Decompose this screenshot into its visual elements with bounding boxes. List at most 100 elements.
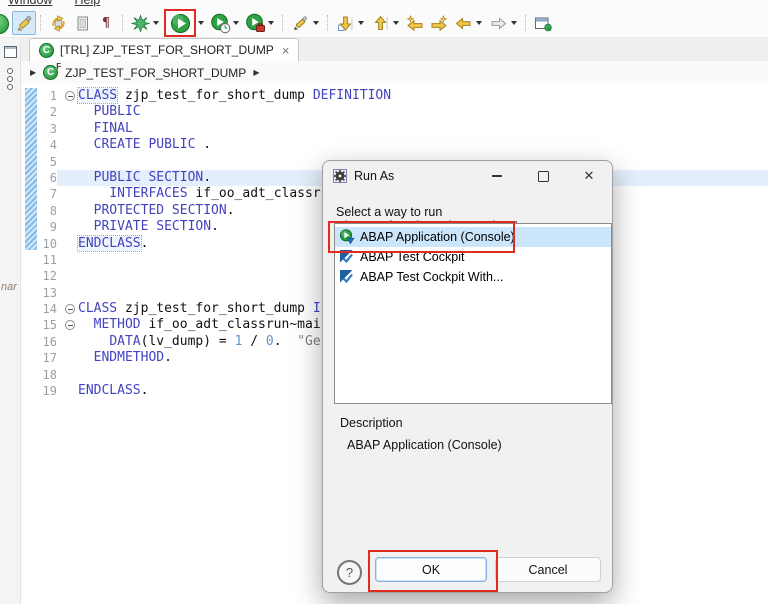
line-number: 8: [21, 203, 62, 219]
menu-item-window[interactable]: Window: [8, 0, 52, 7]
run-as-dialog: Run As ✕ Select a way to run 'zjp_test_f…: [322, 160, 613, 593]
annotation-pen-icon[interactable]: [288, 11, 312, 35]
annotation-ok-button: [368, 550, 498, 592]
editor-tab[interactable]: C [TRL] ZJP_TEST_FOR_SHORT_DUMP ×: [29, 38, 299, 61]
annotation-box: [164, 9, 196, 37]
dialog-title: Run As: [354, 169, 394, 183]
code-text: CLASS zjp_test_for_short_dump DEFINITION: [78, 88, 391, 104]
debug-icon[interactable]: [128, 11, 152, 35]
breadcrumb-item[interactable]: ZJP_TEST_FOR_SHORT_DUMP: [65, 66, 246, 80]
breadcrumb-next-icon[interactable]: ▶: [253, 68, 259, 77]
fold-collapse-icon[interactable]: [62, 317, 78, 333]
last-edit-location-icon[interactable]: [403, 11, 427, 35]
close-button[interactable]: ✕: [566, 161, 612, 191]
line-number: 17: [21, 350, 62, 366]
code-text: PUBLIC: [78, 104, 141, 120]
line-number: 9: [21, 219, 62, 235]
forward-icon[interactable]: [486, 11, 510, 35]
run-icon[interactable]: [168, 11, 192, 35]
code-text: CLASS zjp_test_for_short_dump I: [78, 301, 321, 317]
code-text: ENDCLASS.: [78, 236, 148, 252]
fold-gutter: [62, 170, 78, 186]
toolbar-separator: [40, 15, 42, 31]
code-text: PROTECTED SECTION.: [78, 203, 235, 219]
outline-view-icon[interactable]: [0, 68, 20, 90]
line-number: 12: [21, 268, 62, 284]
fold-gutter: [62, 121, 78, 137]
annotation-selected-item: [328, 221, 515, 253]
new-wizard-partial-icon: [0, 11, 12, 35]
back-dropdown[interactable]: [476, 21, 482, 25]
coverage-icon[interactable]: [208, 11, 232, 35]
next-edit-location-icon[interactable]: [427, 11, 451, 35]
code-text: METHOD if_oo_adt_classrun~mai: [78, 317, 321, 333]
code-text: INTERFACES if_oo_adt_classr: [78, 186, 321, 202]
help-button[interactable]: ?: [337, 560, 362, 585]
dialog-titlebar[interactable]: Run As ✕: [323, 161, 612, 191]
highlight-toggle-icon[interactable]: [12, 11, 36, 35]
minimize-icon: [492, 175, 502, 176]
maximize-icon: [538, 171, 549, 182]
fold-gutter: [62, 350, 78, 366]
menu-bar: Window Help: [0, 0, 768, 9]
code-text: ENDCLASS.: [78, 383, 148, 399]
next-annotation-icon[interactable]: [333, 11, 357, 35]
abap-class-icon: CF: [43, 65, 58, 80]
tab-close-icon[interactable]: ×: [282, 43, 290, 58]
run-mode-item[interactable]: ABAP Test Cockpit With...: [335, 267, 611, 287]
line-number: 6: [21, 170, 62, 186]
link-with-editor-icon[interactable]: [46, 11, 70, 35]
line-number: 18: [21, 367, 62, 383]
toolbar-separator: [327, 15, 329, 31]
fold-collapse-icon[interactable]: [62, 301, 78, 317]
show-source-icon[interactable]: [70, 11, 94, 35]
next-annotation-dropdown[interactable]: [358, 21, 364, 25]
code-line[interactable]: 2 PUBLIC: [21, 104, 768, 120]
toolbar-separator: [282, 15, 284, 31]
line-number: 3: [21, 121, 62, 137]
show-whitespace-icon[interactable]: ¶: [94, 11, 118, 35]
previous-annotation-icon[interactable]: [368, 11, 392, 35]
code-line[interactable]: 3 FINAL: [21, 121, 768, 137]
code-text: CREATE PUBLIC .: [78, 137, 211, 153]
run-dropdown[interactable]: [198, 21, 204, 25]
code-line[interactable]: 4 CREATE PUBLIC .: [21, 137, 768, 153]
fold-gutter: [62, 268, 78, 284]
external-tools-icon[interactable]: [243, 11, 267, 35]
line-number: 16: [21, 334, 62, 350]
run-config-gear-icon: [333, 169, 347, 183]
fold-collapse-icon[interactable]: [62, 88, 78, 104]
run-mode-item-label: ABAP Test Cockpit With...: [360, 270, 503, 284]
pin-editor-icon[interactable]: [531, 11, 555, 35]
line-number: 5: [21, 154, 62, 170]
code-text: PUBLIC SECTION.: [78, 170, 211, 186]
code-line[interactable]: 1CLASS zjp_test_for_short_dump DEFINITIO…: [21, 88, 768, 104]
breadcrumb: ▶ CF ZJP_TEST_FOR_SHORT_DUMP ▶: [21, 61, 768, 85]
description-label: Description: [340, 416, 403, 430]
menu-item-help[interactable]: Help: [74, 0, 100, 7]
breadcrumb-expand-icon[interactable]: ▶: [30, 68, 36, 77]
maximize-button[interactable]: [520, 161, 566, 191]
line-number: 15: [21, 317, 62, 333]
fold-gutter: [62, 203, 78, 219]
forward-dropdown[interactable]: [511, 21, 517, 25]
restore-view-icon[interactable]: [4, 46, 17, 58]
line-number: 10: [21, 236, 62, 252]
cancel-button[interactable]: Cancel: [495, 557, 601, 582]
pen-dropdown[interactable]: [313, 21, 319, 25]
stray-text-artifact: nar: [1, 281, 17, 293]
line-number: 14: [21, 301, 62, 317]
fold-gutter: [62, 186, 78, 202]
minimize-button[interactable]: [474, 161, 520, 191]
editor-tab-title: [TRL] ZJP_TEST_FOR_SHORT_DUMP: [60, 43, 274, 57]
fold-gutter: [62, 104, 78, 120]
back-icon[interactable]: [451, 11, 475, 35]
line-number: 7: [21, 186, 62, 202]
fold-gutter: [62, 219, 78, 235]
debug-dropdown[interactable]: [153, 21, 159, 25]
coverage-dropdown[interactable]: [233, 21, 239, 25]
toolbar-separator: [122, 15, 124, 31]
external-tools-dropdown[interactable]: [268, 21, 274, 25]
code-text: PRIVATE SECTION.: [78, 219, 219, 235]
previous-annotation-dropdown[interactable]: [393, 21, 399, 25]
